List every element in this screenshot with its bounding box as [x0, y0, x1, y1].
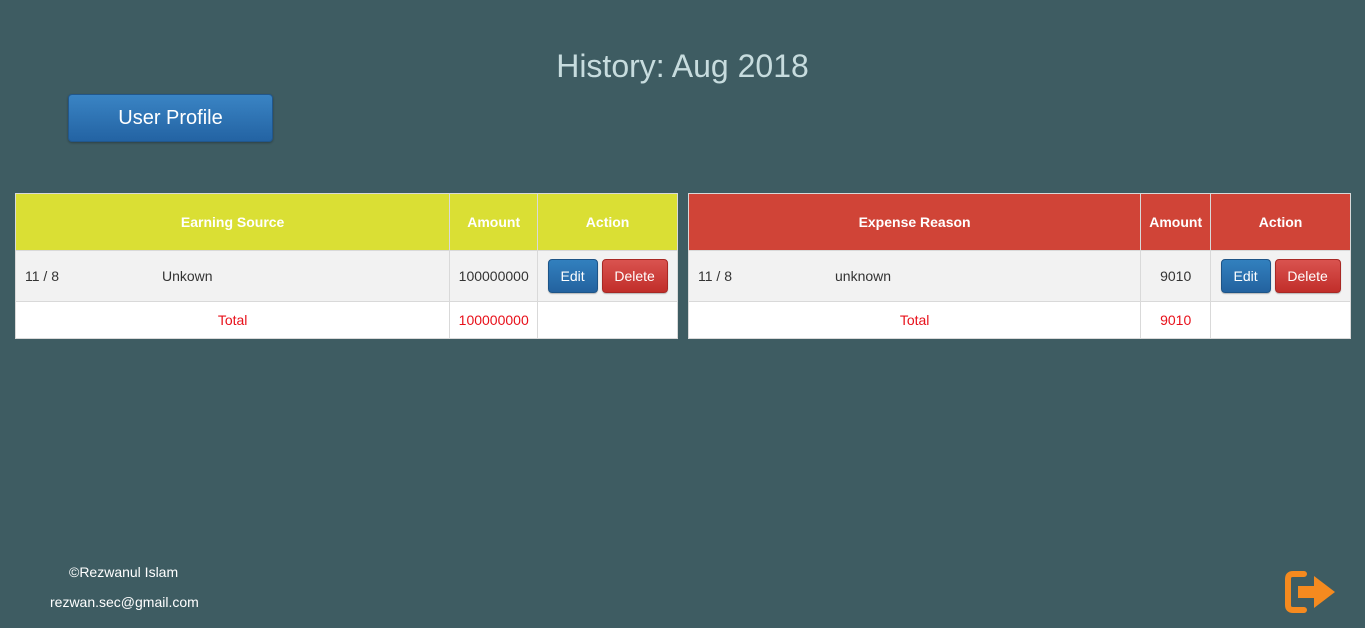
earnings-row-source: Unkown: [162, 268, 213, 284]
sign-out-icon[interactable]: [1284, 570, 1338, 614]
earnings-total-row: Total 100000000: [14, 301, 678, 339]
expenses-row-entry: 11 / 8 unknown: [687, 250, 1142, 302]
expenses-action-header: Action: [1210, 193, 1351, 251]
earnings-delete-button[interactable]: Delete: [601, 259, 668, 293]
expenses-delete-button[interactable]: Delete: [1274, 259, 1341, 293]
expenses-row-date: 11 / 8: [698, 268, 732, 284]
footer-copyright: ©Rezwanul Islam: [69, 564, 179, 580]
earnings-row-amount: 100000000: [449, 250, 539, 302]
earnings-row-entry: 11 / 8 Unkown: [14, 250, 451, 302]
expenses-reason-header: Expense Reason: [687, 193, 1142, 251]
earnings-amount-header: Amount: [449, 193, 539, 251]
earnings-total-amount: 100000000: [449, 301, 539, 339]
expenses-row: 11 / 8 unknown 9010 Edit Delete: [687, 250, 1351, 302]
expenses-edit-button[interactable]: Edit: [1220, 259, 1271, 293]
earnings-row-actions: Edit Delete: [537, 250, 678, 302]
earnings-total-empty: [537, 301, 678, 339]
expenses-table: Expense Reason Amount Action 11 / 8 unkno…: [687, 193, 1351, 339]
expenses-amount-header: Amount: [1140, 193, 1212, 251]
earnings-table: Earning Source Amount Action 11 / 8 Unkow…: [14, 193, 678, 339]
expenses-header-row: Expense Reason Amount Action: [687, 193, 1351, 251]
page-title: History: Aug 2018: [556, 48, 809, 84]
earnings-row: 11 / 8 Unkown 100000000 Edit Delete: [14, 250, 678, 302]
earnings-total-label: Total: [14, 301, 451, 339]
earnings-row-date: 11 / 8: [25, 268, 59, 284]
footer-email: rezwan.sec@gmail.com: [50, 594, 199, 610]
expenses-total-row: Total 9010: [687, 301, 1351, 339]
expenses-total-amount: 9010: [1140, 301, 1212, 339]
expenses-row-actions: Edit Delete: [1210, 250, 1351, 302]
earnings-header-row: Earning Source Amount Action: [14, 193, 678, 251]
expenses-total-label: Total: [687, 301, 1142, 339]
expenses-row-reason: unknown: [835, 268, 892, 284]
earnings-source-header: Earning Source: [14, 193, 451, 251]
user-profile-button[interactable]: User Profile: [68, 94, 273, 142]
expenses-row-amount: 9010: [1140, 250, 1212, 302]
expenses-total-empty: [1210, 301, 1351, 339]
earnings-action-header: Action: [537, 193, 678, 251]
earnings-edit-button[interactable]: Edit: [547, 259, 598, 293]
